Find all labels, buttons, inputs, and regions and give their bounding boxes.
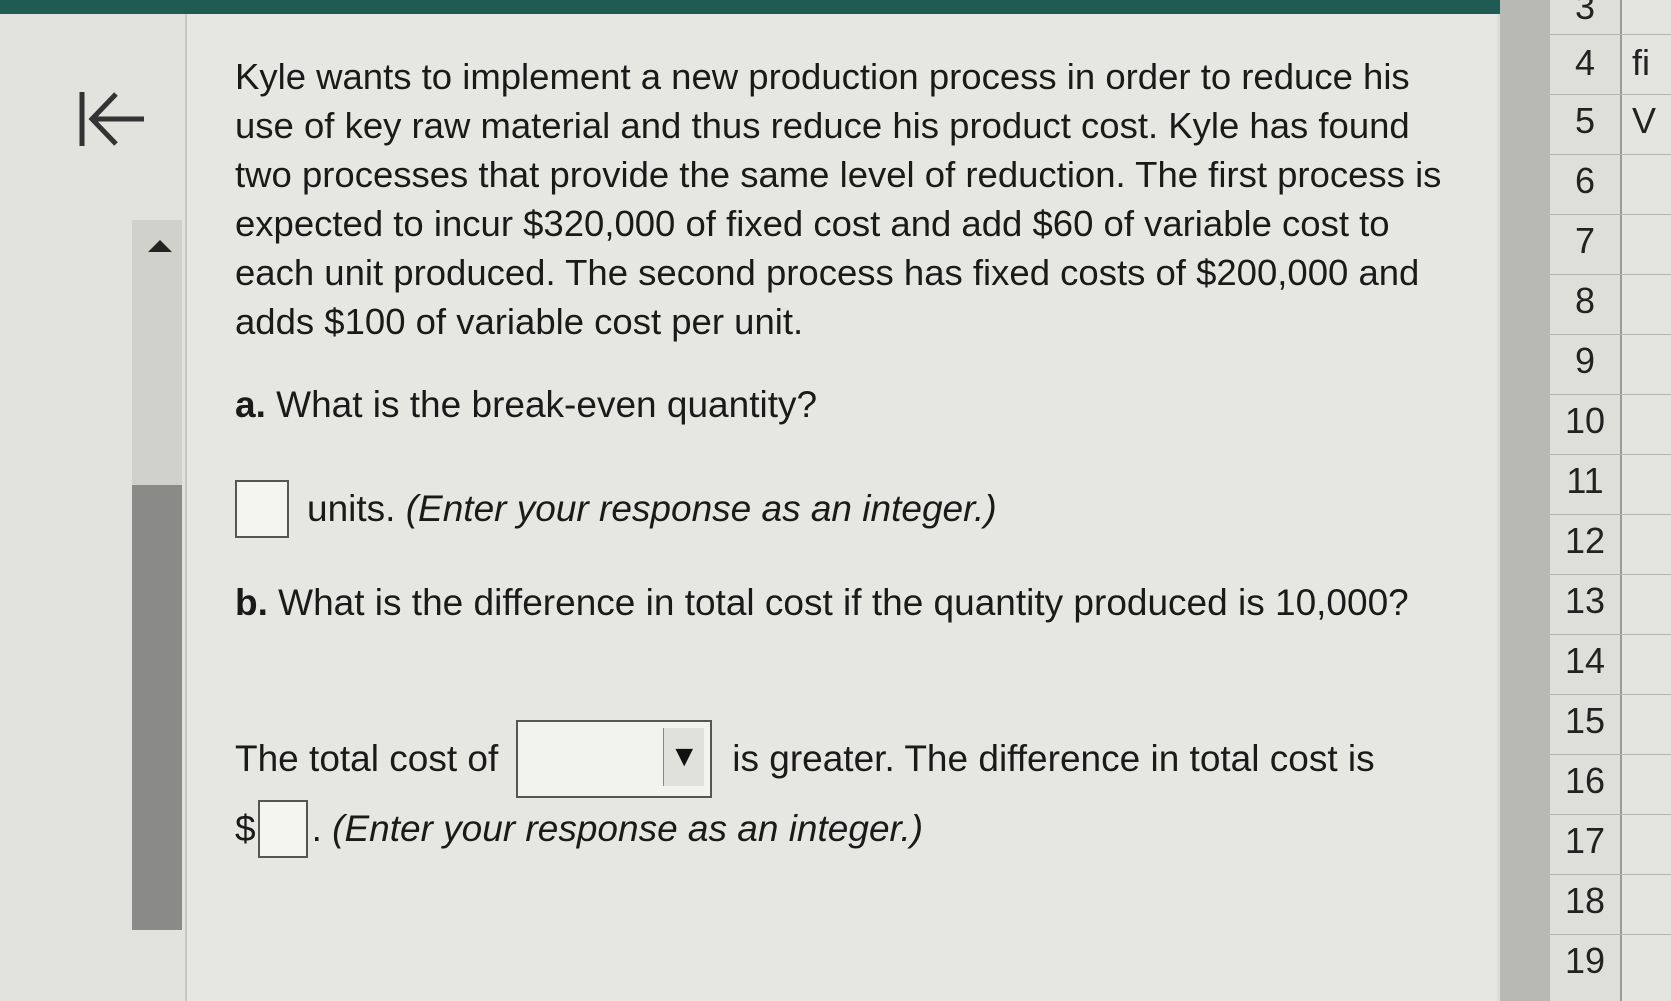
row-number[interactable]: 3 bbox=[1550, 0, 1620, 28]
row-divider bbox=[1550, 574, 1671, 575]
part-b-question: b. What is the difference in total cost … bbox=[235, 578, 1425, 627]
row-divider bbox=[1550, 814, 1671, 815]
row-divider bbox=[1550, 934, 1671, 935]
part-a-text: What is the break-even quantity? bbox=[276, 384, 818, 425]
scrollbar-thumb[interactable] bbox=[132, 485, 182, 930]
period: . bbox=[311, 808, 322, 849]
part-b-text: What is the difference in total cost if … bbox=[278, 582, 1409, 623]
row-divider bbox=[1550, 34, 1671, 35]
spreadsheet-edge bbox=[1500, 0, 1550, 1001]
part-b-hint: (Enter your response as an integer.) bbox=[332, 808, 924, 849]
row-divider bbox=[1550, 454, 1671, 455]
part-a-suffix: units. bbox=[307, 488, 396, 529]
row-number[interactable]: 7 bbox=[1550, 220, 1620, 262]
row-number[interactable]: 5 bbox=[1550, 100, 1620, 142]
part-b-answer-row-1: The total cost of ▼ is greater. The diff… bbox=[235, 720, 1375, 798]
row-number[interactable]: 14 bbox=[1550, 640, 1620, 682]
part-a-hint: (Enter your response as an integer.) bbox=[405, 488, 997, 529]
row-number[interactable]: 6 bbox=[1550, 160, 1620, 202]
row-divider bbox=[1550, 394, 1671, 395]
row-number[interactable]: 15 bbox=[1550, 700, 1620, 742]
scroll-up-arrow-icon[interactable] bbox=[148, 240, 172, 252]
row-divider bbox=[1550, 874, 1671, 875]
collapse-left-icon[interactable] bbox=[78, 86, 150, 158]
part-b-answer-row-2: $ . (Enter your response as an integer.) bbox=[235, 800, 923, 858]
spreadsheet-cell[interactable]: V bbox=[1632, 100, 1656, 142]
row-number[interactable]: 16 bbox=[1550, 760, 1620, 802]
row-number[interactable]: 9 bbox=[1550, 340, 1620, 382]
problem-intro: Kyle wants to implement a new production… bbox=[235, 56, 1442, 342]
row-number[interactable]: 19 bbox=[1550, 940, 1620, 982]
dropdown-arrow-icon[interactable]: ▼ bbox=[663, 728, 705, 786]
part-a-answer-row: units. (Enter your response as an intege… bbox=[235, 480, 997, 538]
row-number[interactable]: 18 bbox=[1550, 880, 1620, 922]
row-number[interactable]: 8 bbox=[1550, 280, 1620, 322]
row-number[interactable]: 11 bbox=[1550, 460, 1620, 502]
row-number[interactable]: 10 bbox=[1550, 400, 1620, 442]
row-divider bbox=[1550, 214, 1671, 215]
cost-difference-input[interactable] bbox=[257, 800, 308, 858]
part-b-label: b. bbox=[235, 582, 268, 623]
row-number[interactable]: 4 bbox=[1550, 42, 1620, 84]
row-divider bbox=[1550, 274, 1671, 275]
row-divider bbox=[1550, 514, 1671, 515]
break-even-input[interactable] bbox=[235, 480, 289, 538]
row-divider bbox=[1550, 94, 1671, 95]
row-number[interactable]: 13 bbox=[1550, 580, 1620, 622]
part-b-middle: is greater. The difference in total cost… bbox=[732, 738, 1375, 779]
part-a-question: a. What is the break-even quantity? bbox=[235, 384, 817, 426]
part-b-prefix: The total cost of bbox=[235, 738, 499, 779]
process-dropdown[interactable]: ▼ bbox=[516, 720, 713, 798]
row-divider bbox=[1550, 334, 1671, 335]
row-divider bbox=[1550, 754, 1671, 755]
part-a-label: a. bbox=[235, 384, 266, 425]
row-divider bbox=[1550, 694, 1671, 695]
row-divider bbox=[1550, 634, 1671, 635]
spreadsheet-cell[interactable]: fi bbox=[1632, 42, 1650, 84]
row-divider bbox=[1550, 154, 1671, 155]
row-number[interactable]: 12 bbox=[1550, 520, 1620, 562]
top-bar bbox=[0, 0, 1500, 14]
currency-symbol: $ bbox=[235, 808, 256, 849]
row-number[interactable]: 17 bbox=[1550, 820, 1620, 862]
